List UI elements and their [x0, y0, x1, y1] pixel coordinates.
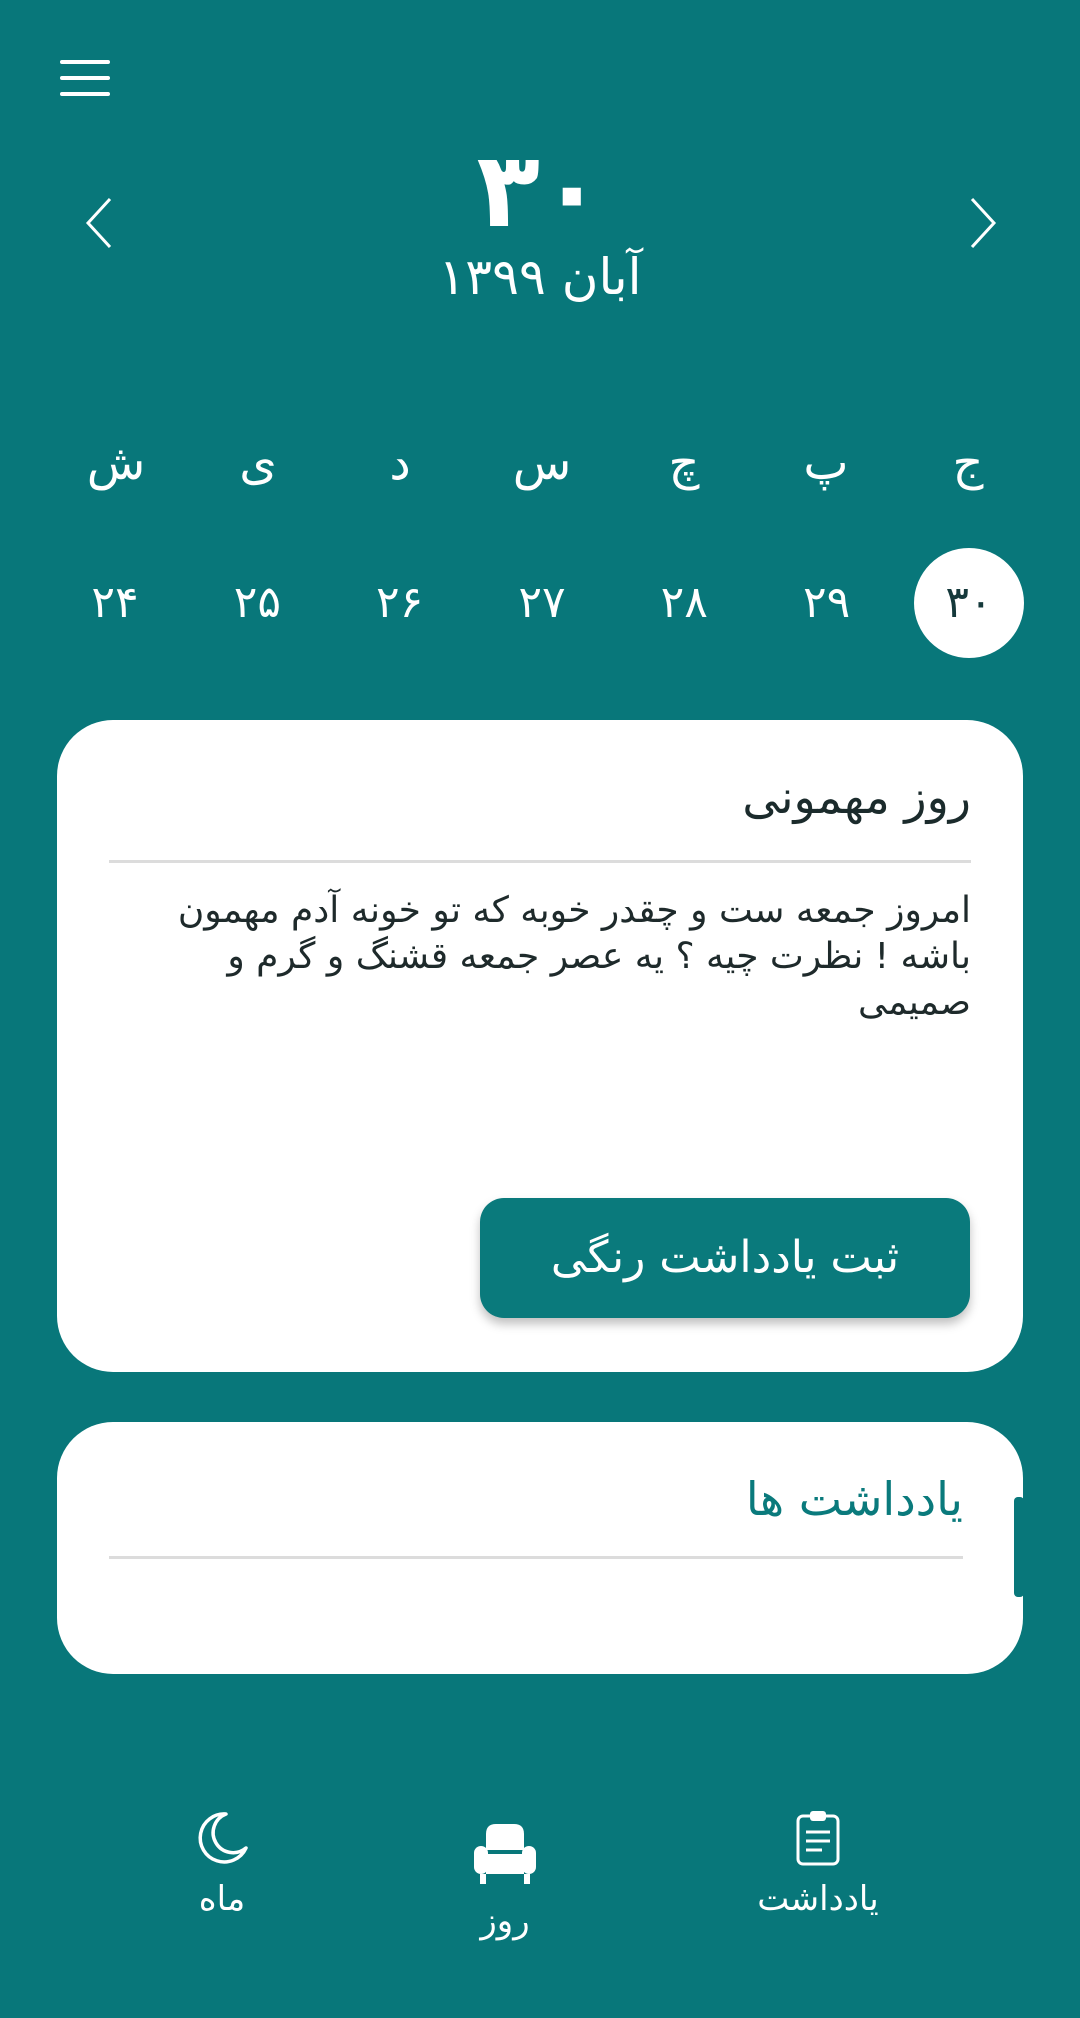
date-cell[interactable]: ۲۴: [60, 548, 170, 658]
weekday-label: ج: [952, 435, 984, 491]
menu-line: [60, 92, 110, 96]
weekday-label: س: [512, 435, 572, 491]
scroll-indicator[interactable]: [1014, 1497, 1024, 1597]
divider: [109, 1556, 963, 1559]
clipboard-icon: [796, 1811, 840, 1866]
date-cell-selected[interactable]: ۳۰: [913, 548, 1024, 658]
tab-month[interactable]: ماه: [122, 1808, 322, 1924]
date-cell[interactable]: ۲۸: [629, 548, 739, 658]
event-title: روز مهمونی: [742, 770, 971, 824]
event-card: روز مهمونی امروز جمعه ست و چقدر خوبه که …: [57, 720, 1023, 1372]
current-day-number: ۳۰: [476, 129, 604, 251]
menu-line: [60, 60, 110, 64]
date-cell[interactable]: ۲۶: [345, 548, 455, 658]
weekday-label: پ: [803, 435, 849, 491]
date-cell[interactable]: ۲۵: [202, 548, 312, 658]
notes-card: یادداشت ها: [57, 1422, 1023, 1674]
week-dates-row: ۳۰ ۲۹ ۲۸ ۲۷ ۲۶ ۲۵ ۲۴: [60, 548, 1024, 658]
event-description: امروز جمعه ست و چقدر خوبه که تو خونه آدم…: [177, 890, 971, 1023]
date-cell[interactable]: ۲۷: [487, 548, 597, 658]
tab-notes-label: یادداشت: [757, 1879, 879, 1919]
armchair-icon: [474, 1824, 536, 1884]
tab-day[interactable]: روز: [405, 1820, 605, 1946]
menu-line: [60, 76, 110, 80]
add-color-note-button[interactable]: ثبت یادداشت رنگی: [480, 1198, 970, 1318]
weekday-label: چ: [668, 435, 700, 491]
divider: [109, 860, 971, 863]
weekday-header-row: ج پ چ س د ی ش: [60, 428, 1024, 498]
notes-title: یادداشت ها: [745, 1472, 963, 1526]
weekday-label: د: [389, 435, 411, 491]
tab-month-label: ماه: [198, 1879, 246, 1919]
moon-icon: [198, 1812, 248, 1864]
weekday-label: ی: [239, 435, 277, 491]
tab-day-label: روز: [480, 1901, 530, 1941]
current-month-year: آبان ۱۳۹۹: [438, 248, 642, 306]
menu-icon[interactable]: [60, 58, 112, 98]
weekday-label: ش: [86, 435, 146, 491]
tab-notes[interactable]: یادداشت: [718, 1808, 918, 1924]
date-cell[interactable]: ۲۹: [772, 548, 882, 658]
